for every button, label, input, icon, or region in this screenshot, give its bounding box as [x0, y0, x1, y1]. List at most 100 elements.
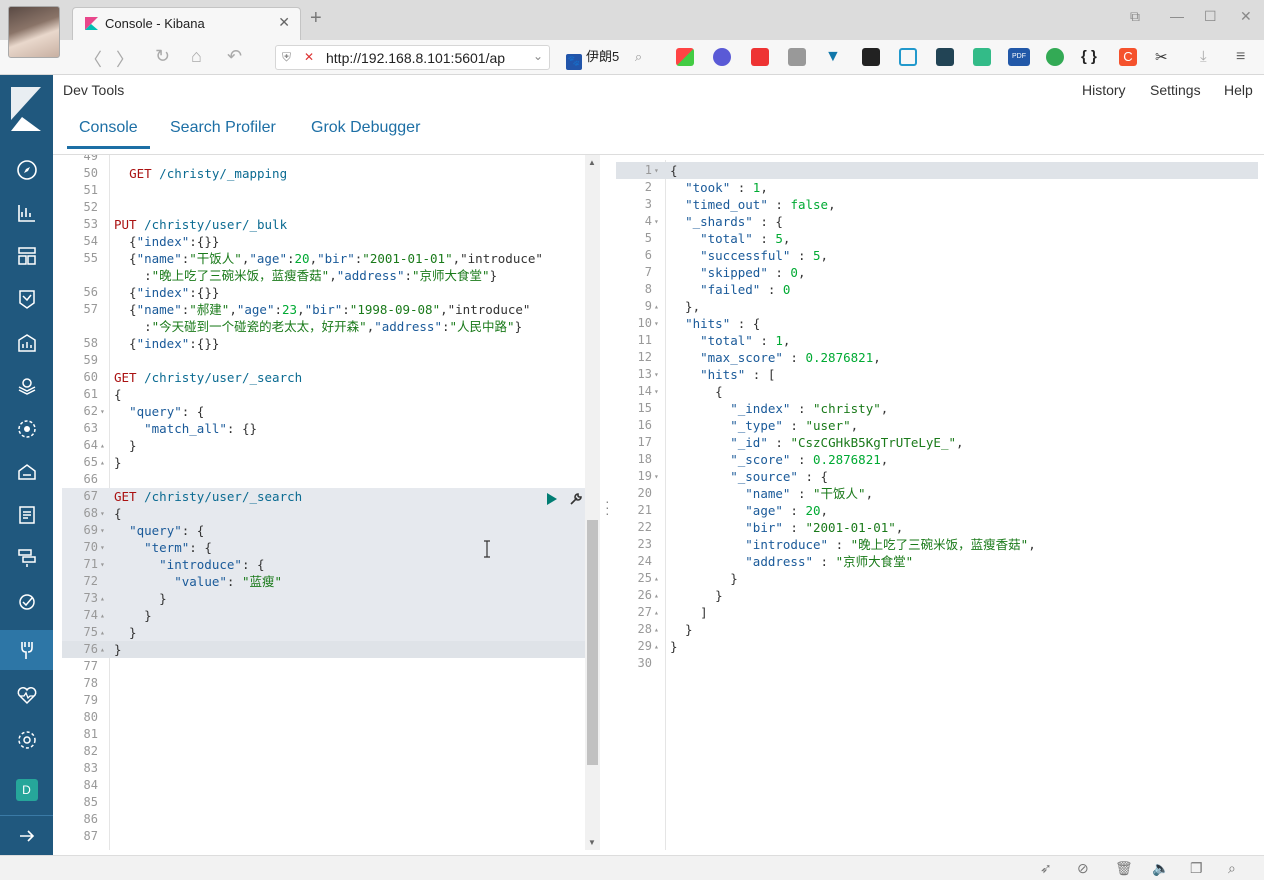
history-link[interactable]: History [1082, 82, 1126, 98]
download-icon[interactable]: ⤓ [1200, 48, 1218, 66]
code-line[interactable]: 12 "max_score" : 0.2876821, [616, 349, 1258, 366]
code-line[interactable]: 84 [62, 777, 587, 794]
code-line[interactable]: 10 ▾ "hits" : { [616, 315, 1258, 332]
code-line[interactable]: 65 ▴} [62, 454, 587, 471]
code-line[interactable]: 15 "_index" : "christy", [616, 400, 1258, 417]
code-line[interactable]: 76 ▴} [62, 641, 587, 658]
code-line[interactable]: 1 ▾ { [616, 162, 1258, 179]
code-line[interactable]: 22 "bir" : "2001-01-01", [616, 519, 1258, 536]
wrench-icon[interactable] [569, 492, 583, 506]
nav-visualize[interactable] [0, 193, 53, 233]
maximize-icon[interactable]: ☐ [1204, 8, 1217, 25]
code-line[interactable]: 28 ▴ } [616, 621, 1258, 638]
ext-image-icon[interactable] [973, 48, 991, 66]
speaker-icon[interactable]: 🔈 [1152, 860, 1169, 877]
fold-open-icon[interactable]: ▾ [654, 366, 659, 383]
nav-monitoring[interactable] [0, 675, 53, 715]
nav-management[interactable] [0, 720, 53, 760]
ext-pdf-icon[interactable]: PDF [1008, 48, 1030, 66]
ext-c-icon[interactable]: C [1119, 48, 1137, 66]
fold-open-icon[interactable]: ▾ [654, 383, 659, 400]
ext-sync-icon[interactable] [899, 48, 917, 66]
code-line[interactable]: 80 [62, 709, 587, 726]
forward-icon[interactable]: 〉 [116, 46, 134, 72]
tab-console[interactable]: Console [67, 119, 150, 149]
code-line[interactable]: 58 {"index":{}} [62, 335, 587, 352]
user-avatar[interactable] [8, 6, 60, 58]
response-output[interactable]: 1 ▾{2 "took" : 1, 3 "timed_out" : false, 4 ▾… [616, 160, 1264, 850]
fold-close-icon[interactable]: ▴ [100, 590, 105, 607]
fold-close-icon[interactable]: ▴ [654, 604, 659, 621]
code-line[interactable]: 18 "_score" : 0.2876821, [616, 451, 1258, 468]
tab-search-profiler[interactable]: Search Profiler [170, 119, 276, 137]
code-line[interactable]: 56 {"index":{}} [62, 284, 587, 301]
fold-close-icon[interactable]: ▴ [100, 641, 105, 658]
code-line[interactable]: 4 ▾ "_shards" : { [616, 213, 1258, 230]
ext-globe-icon[interactable] [1046, 48, 1064, 66]
code-line[interactable]: 83 [62, 760, 587, 777]
code-line[interactable]: 67 GET /christy/user/_search [62, 488, 587, 505]
nav-devtools[interactable] [0, 630, 53, 670]
code-line[interactable]: 19 ▾ "_source" : { [616, 468, 1258, 485]
scissors-icon[interactable]: ✂ [1155, 48, 1173, 66]
code-line[interactable]: 72 "value": "蓝瘦" [62, 573, 587, 590]
window-icon[interactable]: ❐ [1190, 860, 1203, 877]
chevron-down-icon[interactable]: ⌄ [533, 49, 543, 63]
nav-infrastructure[interactable] [0, 452, 53, 492]
code-line[interactable]: 23 "introduce" : "晚上吃了三碗米饭，蓝瘦香菇", [616, 536, 1258, 553]
fold-open-icon[interactable]: ▾ [100, 403, 105, 420]
window-close-icon[interactable]: ✕ [1240, 8, 1252, 25]
code-line[interactable]: 9 ▴ }, [616, 298, 1258, 315]
no-mic-icon[interactable]: ⊘ [1077, 860, 1089, 877]
browser-tab[interactable]: Console - Kibana ✕ [72, 7, 301, 40]
magnifier-icon[interactable]: ⌕ [635, 49, 642, 64]
fold-open-icon[interactable]: ▾ [100, 522, 105, 539]
code-line[interactable]: 78 [62, 675, 587, 692]
fold-open-icon[interactable]: ▾ [654, 468, 659, 485]
rocket-icon[interactable]: ➶ [1040, 860, 1052, 877]
nav-user[interactable]: D [0, 770, 53, 810]
tab-grok-debugger[interactable]: Grok Debugger [311, 119, 420, 137]
trash-icon[interactable]: 🗑 [1115, 860, 1133, 877]
code-line[interactable]: 11 "total" : 1, [616, 332, 1258, 349]
code-line[interactable]: 6 "successful" : 5, [616, 247, 1258, 264]
code-line[interactable]: 86 [62, 811, 587, 828]
code-line[interactable]: 8 "failed" : 0 [616, 281, 1258, 298]
fold-open-icon[interactable]: ▾ [654, 315, 659, 332]
code-line[interactable]: 54 {"index":{}} [62, 233, 587, 250]
code-line[interactable]: 60 GET /christy/user/_search [62, 369, 587, 386]
request-editor[interactable]: 49 50 GET /christy/_mapping 51 52 53 PUT /chr… [62, 155, 602, 850]
code-line[interactable]: 77 [62, 658, 587, 675]
tab-close-icon[interactable]: ✕ [278, 14, 290, 31]
fold-open-icon[interactable]: ▾ [100, 556, 105, 573]
ext-grid-icon[interactable] [676, 48, 694, 66]
code-line[interactable]: 51 [62, 182, 587, 199]
code-line[interactable]: 81 [62, 726, 587, 743]
address-bar[interactable]: ⛨ ✕ http://192.168.8.101:5601/ap ⌄ [275, 45, 550, 70]
code-line[interactable]: 53 PUT /christy/user/_bulk [62, 216, 587, 233]
code-line[interactable]: 49 [62, 155, 587, 165]
restore-icon[interactable]: ⧉ [1130, 8, 1140, 25]
kibana-logo-icon[interactable] [8, 87, 44, 131]
ext-red-icon[interactable] [751, 48, 769, 66]
fold-open-icon[interactable]: ▾ [654, 213, 659, 230]
code-line[interactable]: 62 ▾ "query": { [62, 403, 587, 420]
nav-logs[interactable] [0, 495, 53, 535]
fold-open-icon[interactable]: ▾ [654, 162, 659, 179]
search-icon[interactable]: ⌕ [1228, 860, 1236, 877]
nav-maps[interactable] [0, 366, 53, 406]
help-link[interactable]: Help [1224, 82, 1253, 98]
nav-discover[interactable] [0, 150, 53, 190]
request-scrollbar[interactable]: ▲ ▼ [585, 155, 600, 850]
code-line[interactable]: 85 [62, 794, 587, 811]
code-line[interactable]: 26 ▴ } [616, 587, 1258, 604]
back-icon[interactable]: 〈 [84, 46, 102, 72]
code-line[interactable]: 61 { [62, 386, 587, 403]
code-line[interactable]: 75 ▴ } [62, 624, 587, 641]
menu-icon[interactable]: ≡ [1236, 48, 1254, 66]
fold-close-icon[interactable]: ▴ [654, 298, 659, 315]
code-line[interactable]: 55 {"name":"干饭人","age":20,"bir":"2001-01… [62, 250, 587, 267]
split-handle[interactable]: · · · [605, 494, 610, 520]
code-line[interactable]: 87 [62, 828, 587, 845]
home-icon[interactable]: ⌂ [191, 46, 202, 67]
